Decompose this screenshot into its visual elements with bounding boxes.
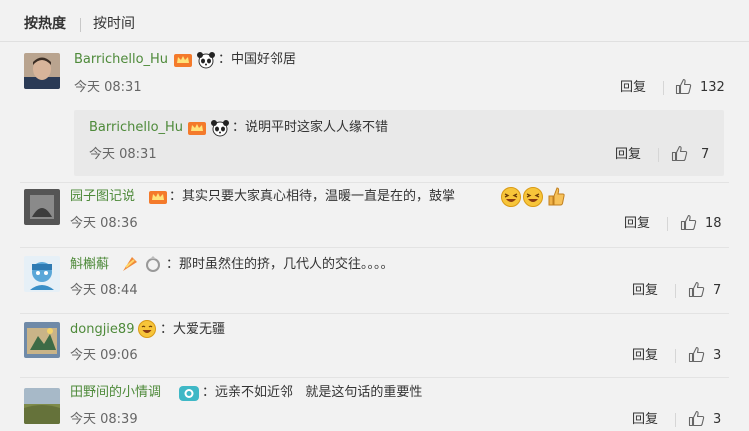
comment-username[interactable]: dongjie89 <box>70 321 134 339</box>
comment-text: ：远亲不如近邻 就是这句话的重要性 <box>202 385 423 400</box>
like-count: 132 <box>700 80 725 95</box>
comment-username[interactable]: 田野间的小情调 <box>70 384 161 402</box>
avatar[interactable] <box>24 322 60 358</box>
reply-button[interactable]: 回复 <box>620 79 646 97</box>
comment-time: 今天 08:36 <box>70 216 138 231</box>
reply-button[interactable]: 回复 <box>632 282 658 300</box>
avatar[interactable] <box>24 256 60 292</box>
member-crown-icon <box>148 188 168 210</box>
action-separator <box>658 148 659 162</box>
nested-reply: Barrichello_Hu ：说明平时这家人人缘不错 今天 08:31 回复 … <box>74 110 724 176</box>
thumbs-up-icon[interactable] <box>688 410 705 427</box>
laughing-emoji-icon <box>500 186 522 212</box>
action-separator <box>667 217 668 231</box>
like-count: 7 <box>701 147 710 162</box>
laughing-emoji-icon <box>522 186 544 212</box>
comment-time: 今天 08:31 <box>89 147 157 162</box>
reply-button[interactable]: 回复 <box>632 411 658 429</box>
avatar[interactable] <box>24 53 60 89</box>
action-separator <box>663 81 664 95</box>
comment-time: 今天 08:44 <box>70 283 138 298</box>
like-count: 18 <box>705 216 722 231</box>
camera-badge-icon <box>178 383 200 407</box>
divider <box>20 182 729 183</box>
tab-by-time[interactable]: 按时间 <box>93 14 135 34</box>
comment-text: ：说明平时这家人人缘不错 <box>232 120 389 135</box>
thumbs-up-icon[interactable] <box>680 214 697 231</box>
comment-time: 今天 08:39 <box>70 412 138 427</box>
thumbs-up-icon[interactable] <box>671 145 688 162</box>
comment-text: ：大爱无疆 <box>160 322 226 337</box>
comment-username[interactable]: Barrichello_Hu <box>89 119 183 137</box>
divider <box>20 247 729 248</box>
like-count: 3 <box>713 348 722 363</box>
divider <box>20 313 729 314</box>
panda-icon <box>210 119 230 141</box>
action-separator <box>675 413 676 427</box>
comment-time: 今天 08:31 <box>74 80 142 95</box>
comment-username[interactable]: 斛槲蔛 <box>70 256 109 274</box>
comment-text: ：中国好邻居 <box>218 52 297 67</box>
action-separator <box>675 349 676 363</box>
like-count: 3 <box>713 412 722 427</box>
avatar[interactable] <box>24 189 60 225</box>
laughing-emoji-icon <box>137 319 157 343</box>
clapping-emoji-icon <box>544 185 566 211</box>
sort-tabs: 按热度 按时间 <box>0 0 749 42</box>
divider <box>20 377 729 378</box>
thumbs-up-icon[interactable] <box>688 346 705 363</box>
thumbs-up-icon[interactable] <box>675 78 692 95</box>
tab-by-hot[interactable]: 按热度 <box>24 14 66 34</box>
reply-button[interactable]: 回复 <box>624 215 650 233</box>
flag-badge-icon <box>120 254 140 278</box>
tab-separator <box>80 18 81 32</box>
comment-time: 今天 09:06 <box>70 348 138 363</box>
reply-button[interactable]: 回复 <box>615 146 641 164</box>
panda-icon <box>196 51 216 73</box>
action-separator <box>675 284 676 298</box>
ring-badge-icon <box>143 254 163 278</box>
member-crown-icon <box>173 51 193 73</box>
reply-button[interactable]: 回复 <box>632 347 658 365</box>
comment-text: ：其实只要大家真心相待，温暖一直是在的，鼓掌 <box>169 189 456 204</box>
like-count: 7 <box>713 283 722 298</box>
avatar[interactable] <box>24 388 60 424</box>
comment-username[interactable]: Barrichello_Hu <box>74 51 168 69</box>
comment-username[interactable]: 园子图记说 <box>70 188 135 206</box>
comment-text: ：那时虽然住的挤，几代人的交往。。。。 <box>166 257 394 272</box>
thumbs-up-icon[interactable] <box>688 281 705 298</box>
member-crown-icon <box>187 119 207 141</box>
